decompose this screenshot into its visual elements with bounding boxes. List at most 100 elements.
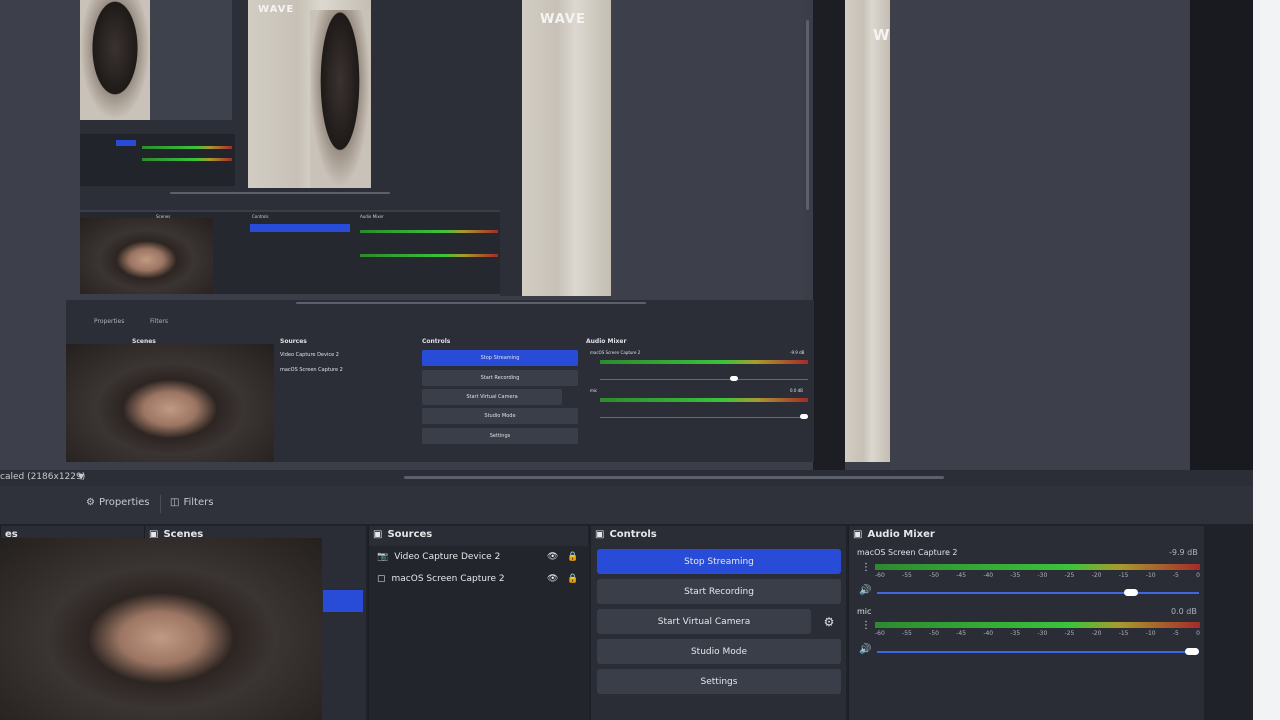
- chevron-down-icon[interactable]: ▼: [78, 472, 84, 481]
- source-label: macOS Screen Capture 2: [391, 574, 505, 584]
- nested-scrollbar: [170, 192, 390, 194]
- track-name: macOS Screen Capture 2: [857, 548, 958, 557]
- track-name: mic: [857, 607, 872, 616]
- watermark-logo: WAVE: [258, 4, 295, 15]
- nested-sources-title: Sources: [280, 338, 307, 345]
- source-item[interactable]: ▢ macOS Screen Capture 2 👁 🔒: [369, 568, 589, 590]
- volume-slider-knob[interactable]: [1185, 648, 1199, 655]
- scale-text: caled (2186x1229): [0, 472, 86, 482]
- track-menu-icon[interactable]: ⋮: [861, 562, 871, 573]
- monitor-icon: ▢: [377, 574, 386, 584]
- lock-icon[interactable]: 🔒: [567, 552, 578, 562]
- nested-meter: [600, 360, 808, 364]
- volume-slider-knob[interactable]: [1124, 589, 1139, 596]
- stop-streaming-button[interactable]: Stop Streaming: [597, 549, 841, 574]
- eye-icon[interactable]: 👁: [547, 574, 558, 584]
- audio-mixer-dock: ▣ Audio Mixer macOS Screen Capture 2 -9.…: [848, 526, 1204, 720]
- curtain-image: WAVE: [522, 0, 611, 296]
- nested-webcam-image: [66, 344, 274, 462]
- filter-icon: ◫: [170, 497, 180, 508]
- track-db: 0.0 dB: [1171, 607, 1197, 616]
- preview-divider: [500, 0, 522, 296]
- nested-meter: [600, 398, 808, 402]
- sources-list: 📷 Video Capture Device 2 👁 🔒 ▢ macOS Scr…: [369, 546, 589, 720]
- nested-slider: [600, 379, 808, 380]
- preview-horizontal-scrollbar[interactable]: [404, 476, 944, 479]
- start-recording-button[interactable]: Start Recording: [597, 579, 841, 604]
- preview-right-empty: [890, 0, 1190, 470]
- preview-empty: [611, 0, 804, 300]
- lock-icon[interactable]: 🔒: [567, 574, 578, 584]
- nested-mini-ui: [80, 134, 235, 186]
- nested-virtual-camera: Start Virtual Camera: [422, 389, 562, 405]
- nested-filters: Filters: [150, 318, 168, 325]
- nested-mini-meter: [142, 158, 232, 161]
- nested-properties: Properties: [94, 318, 125, 325]
- nested-meter: [360, 254, 498, 257]
- controls-dock: ▣ Controls Stop Streaming Start Recordin…: [590, 526, 846, 720]
- nested-scrollbar: [296, 302, 646, 304]
- volume-meter: [875, 622, 1200, 628]
- nested-slider: [600, 417, 808, 418]
- window-edge: [1253, 0, 1280, 720]
- nested-settings: Settings: [422, 428, 578, 444]
- nested-start-recording: Start Recording: [422, 370, 578, 386]
- virtual-camera-settings-icon[interactable]: ⚙: [817, 609, 841, 634]
- camera-icon: 📷: [377, 552, 389, 562]
- dock-icon: ▣: [373, 529, 383, 540]
- speaker-icon[interactable]: 🔊: [859, 585, 871, 596]
- nested-curtain-image: WAVE: [248, 0, 371, 188]
- nested-mini-meter: [142, 146, 232, 149]
- settings-button[interactable]: Settings: [597, 669, 841, 694]
- watermark-logo: WAVE: [540, 12, 586, 27]
- scene-item-selected[interactable]: [323, 590, 363, 612]
- nested-obs-preview: WAVE: [80, 0, 500, 210]
- speaker-icon[interactable]: 🔊: [859, 644, 871, 655]
- nested-mini-button: [116, 140, 136, 146]
- audio-mixer-dock-title: ▣ Audio Mixer: [849, 526, 1204, 543]
- source-label: Video Capture Device 2: [394, 552, 501, 562]
- nested-scenes-title: Scenes: [132, 338, 156, 345]
- curtain-strip: W: [845, 0, 890, 462]
- nested-source-2: macOS Screen Capture 2: [280, 367, 343, 373]
- nested-slider-knob: [800, 414, 808, 419]
- filters-label: Filters: [183, 497, 214, 508]
- nested-tile: [150, 0, 232, 120]
- webcam-overlay: [0, 538, 322, 720]
- nested-vertical-scrollbar: [806, 20, 809, 210]
- nested-controls-title: Controls: [422, 338, 451, 345]
- controls-dock-title: ▣ Controls: [591, 526, 846, 543]
- nested-slider-knob: [730, 376, 738, 381]
- properties-button[interactable]: ⚙ Properties: [86, 497, 150, 508]
- meter-scale: -60 -55 -50 -45 -40 -35 -30 -25 -20 -15 -10 -5 0: [875, 630, 1200, 637]
- nested-webcam-image: [80, 218, 213, 294]
- preview-canvas[interactable]: WAVE Scenes Controls Audio Mixer WAVE W …: [0, 0, 1280, 470]
- nested-stop-button: [250, 224, 350, 232]
- studio-mode-button[interactable]: Studio Mode: [597, 639, 841, 664]
- nested-track-2-db: 0.0 dB: [790, 388, 803, 393]
- toolbar-divider: [160, 495, 161, 513]
- volume-slider[interactable]: [877, 589, 1199, 596]
- eye-icon[interactable]: 👁: [547, 552, 558, 562]
- nested-obs-docks: Scenes Controls Audio Mixer: [80, 212, 500, 294]
- dock-icon: ▣: [853, 529, 863, 540]
- filters-button[interactable]: ◫ Filters: [170, 497, 213, 508]
- source-item[interactable]: 📷 Video Capture Device 2 👁 🔒: [369, 546, 589, 568]
- sources-dock-title: ▣ Sources: [369, 526, 588, 543]
- start-virtual-camera-button[interactable]: Start Virtual Camera: [597, 609, 811, 634]
- audio-mixer-title: Audio Mixer: [867, 529, 935, 540]
- track-menu-icon[interactable]: ⋮: [861, 620, 871, 631]
- properties-label: Properties: [98, 497, 150, 508]
- nested-track-1-db: -9.9 dB: [790, 350, 805, 355]
- volume-slider[interactable]: [877, 648, 1199, 655]
- nested-person-image-2: [310, 10, 370, 188]
- watermark-logo-cut: W: [873, 26, 891, 44]
- meter-scale: -60 -55 -50 -45 -40 -35 -30 -25 -20 -15 -10 -5 0: [875, 572, 1200, 579]
- sources-dock: ▣ Sources 📷 Video Capture Device 2 👁 🔒 ▢…: [368, 526, 589, 720]
- nested-track-2: mic: [590, 388, 598, 393]
- nested-mixer-title: Audio Mixer: [586, 338, 627, 345]
- nested-meter: [360, 230, 498, 233]
- dark-strip: [813, 0, 845, 470]
- source-toolbar: ⚙ Properties ◫ Filters: [0, 486, 1253, 524]
- nested-person-image: [80, 0, 150, 120]
